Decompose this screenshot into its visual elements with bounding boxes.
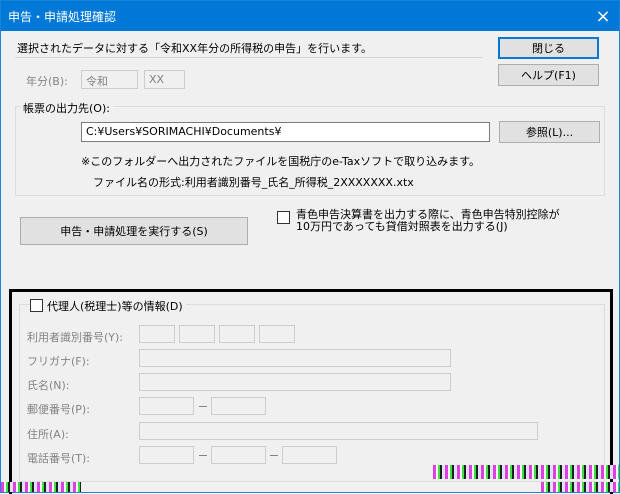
- confirm-dialog: 申告・申請処理確認 × 選択されたデータに対する「令和XX年分の所得税の申告」を…: [0, 0, 620, 494]
- phone-label: 電話番号(T):: [27, 452, 91, 465]
- output-path-input[interactable]: C:¥Users¥SORIMACHI¥Documents¥: [81, 122, 490, 142]
- close-button[interactable]: 閉じる: [498, 37, 599, 59]
- phone-field-2: [211, 446, 266, 464]
- header-separator: [15, 57, 483, 58]
- furigana-field: [139, 349, 451, 367]
- user-id-field-2: [179, 325, 215, 343]
- render-artifact-corner: [541, 482, 619, 492]
- header-message: 選択されたデータに対する「令和XX年分の所得税の申告」を行います。: [17, 42, 372, 55]
- postal-field-2: [211, 397, 266, 415]
- phone-field-3: [282, 446, 337, 464]
- year-value-field: XX: [144, 70, 185, 89]
- name-field: [139, 373, 451, 391]
- balance-sheet-label-line2: 10万円であっても貸借対照表を出力する(J): [296, 220, 508, 233]
- dialog-title: 申告・申請処理確認: [8, 10, 117, 24]
- furigana-label: フリガナ(F):: [27, 355, 90, 368]
- browse-button[interactable]: 参照(L)...: [499, 121, 600, 143]
- user-id-label: 利用者識別番号(Y):: [27, 331, 124, 344]
- output-legend: 帳票の出力先(O):: [20, 100, 113, 116]
- filename-format: ファイル名の形式:利用者識別番号_氏名_所得税_2XXXXXXX.xtx: [93, 176, 414, 189]
- name-label: 氏名(N):: [27, 379, 70, 392]
- postal-dash: [199, 406, 207, 407]
- user-id-field-3: [219, 325, 255, 343]
- help-button[interactable]: ヘルプ(F1): [498, 64, 599, 86]
- phone-dash-2: [270, 455, 278, 456]
- user-id-field-4: [259, 325, 295, 343]
- phone-field-1: [139, 446, 194, 464]
- title-bar: 申告・申請処理確認 ×: [1, 1, 619, 31]
- output-note: ※このフォルダーへ出力されたファイルを国税庁のe-Taxソフトで取り込みます。: [81, 155, 480, 168]
- postal-label: 郵便番号(P):: [27, 403, 90, 416]
- close-icon[interactable]: ×: [587, 1, 619, 31]
- render-artifact-left: [1, 482, 81, 492]
- execute-button[interactable]: 申告・申請処理を実行する(S): [20, 217, 248, 245]
- user-id-field-1: [139, 325, 175, 343]
- year-era-field: 令和: [81, 70, 138, 89]
- postal-field-1: [139, 397, 194, 415]
- render-artifact-right: [433, 465, 619, 479]
- year-label: 年分(B):: [26, 75, 68, 88]
- address-field: [139, 422, 538, 440]
- agent-legend: 代理人(税理士)等の情報(D): [44, 298, 186, 314]
- balance-sheet-checkbox[interactable]: [277, 211, 290, 224]
- phone-dash-1: [199, 455, 207, 456]
- agent-checkbox[interactable]: [30, 299, 43, 312]
- address-label: 住所(A):: [27, 428, 69, 441]
